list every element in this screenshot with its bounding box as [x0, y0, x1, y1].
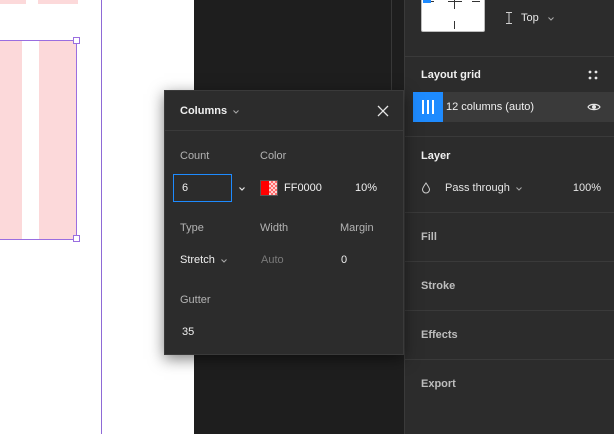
chevron-down-icon [547, 14, 555, 22]
vertical-constraint-value: Top [521, 12, 539, 24]
gutter-input[interactable]: 35 [182, 326, 194, 338]
popover-title: Columns [180, 105, 228, 117]
grid-type-select[interactable]: Columns [180, 105, 240, 117]
blend-mode-select[interactable]: Pass through [445, 182, 510, 194]
layout-grid-item[interactable]: 12 columns (auto) [413, 92, 614, 122]
section-title: Export [421, 378, 456, 390]
color-swatch[interactable] [260, 180, 278, 196]
grid-column [38, 0, 78, 4]
constraint-widget[interactable] [421, 0, 485, 32]
eye-icon[interactable] [587, 100, 601, 114]
type-label: Type [180, 222, 204, 234]
export-section[interactable]: Export [405, 359, 614, 434]
margin-input[interactable]: 0 [341, 254, 347, 266]
section-title: Effects [421, 329, 458, 341]
constraint-indicator [423, 0, 431, 3]
popover-header: Columns [165, 91, 403, 131]
fill-section[interactable]: Fill [405, 212, 614, 261]
close-icon[interactable] [375, 103, 391, 119]
layer-opacity[interactable]: 100% [573, 182, 601, 194]
selection-box[interactable] [0, 37, 80, 242]
color-hex-input[interactable]: FF0000 [284, 182, 322, 194]
guide-line [101, 0, 102, 434]
chevron-down-icon [232, 107, 240, 115]
constraints-section: Top [405, 0, 614, 56]
resize-handle[interactable] [73, 37, 80, 44]
layer-section: Layer [405, 136, 614, 212]
columns-grid-popover: Columns Count Color FF0000 10% Type Widt… [164, 90, 404, 355]
margin-label: Margin [340, 222, 374, 234]
width-input[interactable]: Auto [261, 254, 284, 266]
width-label: Width [260, 222, 289, 234]
blend-mode-row: Pass through 100% [421, 180, 601, 196]
count-label: Count [180, 150, 210, 162]
section-title: Layer [421, 150, 451, 162]
vertical-constraint-icon [505, 12, 513, 24]
count-dropdown-chevron-icon[interactable] [238, 184, 246, 192]
gutter-label: Gutter [180, 294, 211, 306]
type-select[interactable]: Stretch [180, 254, 228, 266]
columns-grid-icon[interactable] [413, 92, 443, 122]
count-input[interactable] [173, 174, 232, 202]
vertical-constraint-select[interactable]: Top [505, 10, 555, 26]
effects-section[interactable]: Effects [405, 310, 614, 359]
section-title: Fill [421, 231, 437, 243]
divider [391, 0, 392, 92]
blend-drop-icon [421, 182, 431, 194]
chevron-down-icon [220, 256, 228, 264]
resize-handle[interactable] [73, 235, 80, 242]
chevron-down-icon [515, 184, 523, 192]
grid-styles-icon[interactable] [587, 69, 599, 81]
section-title: Layout grid [421, 69, 481, 81]
color-opacity-input[interactable]: 10% [355, 182, 377, 194]
layout-grid-item-label: 12 columns (auto) [446, 101, 535, 113]
section-title: Stroke [421, 280, 456, 292]
type-value: Stretch [180, 254, 215, 266]
color-label: Color [260, 150, 287, 162]
stroke-section[interactable]: Stroke [405, 261, 614, 310]
properties-panel: Top Layout grid 12 columns (auto) Layer … [404, 0, 614, 434]
grid-column [0, 0, 26, 4]
